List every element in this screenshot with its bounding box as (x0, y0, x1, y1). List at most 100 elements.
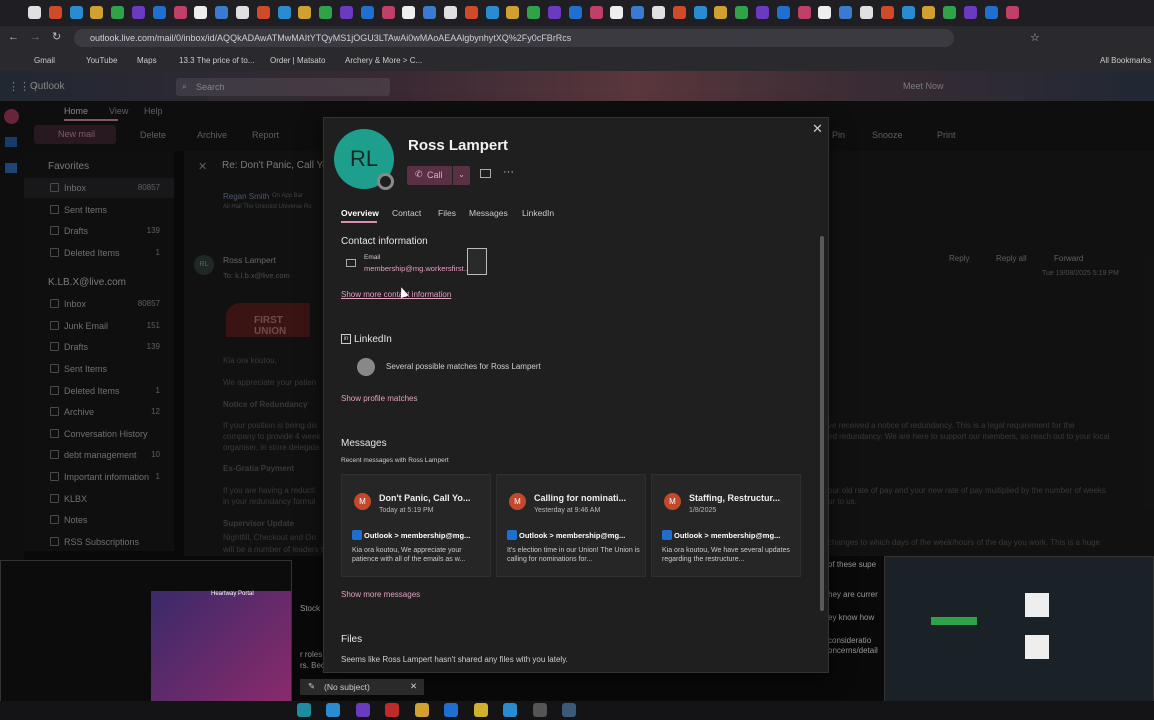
taskbar-app-icon[interactable] (385, 703, 399, 717)
bookmark-price[interactable]: 13.3 The price of to... (179, 56, 254, 65)
body-fragment: oncerns/detail (828, 646, 878, 655)
taskbar-app-icon[interactable] (297, 703, 311, 717)
browser-tab-icon[interactable] (964, 6, 977, 19)
browser-tab-icon[interactable] (69, 6, 83, 19)
browser-tab-icon[interactable] (589, 6, 603, 19)
more-options-icon[interactable]: ··· (503, 166, 514, 178)
call-button[interactable]: ✆ Call (407, 166, 452, 185)
browser-tab-icon[interactable] (360, 6, 374, 19)
browser-tab-icon[interactable] (319, 6, 333, 19)
browser-tab-icon[interactable] (90, 6, 104, 19)
tab-messages[interactable]: Messages (469, 208, 508, 218)
browser-tab-icon[interactable] (444, 6, 457, 19)
bookmark-youtube[interactable]: YouTube (86, 56, 117, 65)
browser-tab-icon[interactable] (860, 6, 873, 19)
browser-tab-icon[interactable] (485, 6, 499, 19)
browser-tab-icon[interactable] (922, 6, 936, 19)
browser-tab-icon[interactable] (464, 6, 478, 19)
browser-tab-icon[interactable] (381, 6, 395, 19)
taskbar-app-icon[interactable] (533, 703, 547, 717)
browser-tab-icon[interactable] (818, 6, 832, 19)
browser-tab-icon[interactable] (215, 6, 229, 19)
steam-icon[interactable] (562, 703, 576, 717)
browser-tab-icon[interactable] (610, 6, 624, 19)
forward-icon[interactable]: → (30, 31, 41, 43)
taskbar-app-icon[interactable] (356, 703, 370, 717)
message-subject: Don't Panic, Call Yo... (379, 493, 471, 503)
close-icon[interactable]: ✕ (812, 121, 823, 137)
browser-tab-icon[interactable] (839, 6, 853, 19)
taskbar-app-icon[interactable] (415, 703, 429, 717)
browser-tab-icon[interactable] (776, 6, 790, 19)
show-more-messages-link[interactable]: Show more messages (341, 590, 420, 599)
browser-tab-icon[interactable] (631, 6, 645, 19)
reload-icon[interactable]: ↻ (52, 30, 61, 43)
bookmark-matsato[interactable]: Order | Matsato (270, 56, 325, 65)
browser-tab-icon[interactable] (111, 6, 125, 19)
linkedin-icon: in (341, 334, 351, 344)
browser-tab-icon[interactable] (28, 6, 41, 19)
browser-tab-icon[interactable] (48, 6, 62, 19)
browser-tab-icon[interactable] (173, 6, 187, 19)
browser-tab-icon[interactable] (1005, 6, 1019, 19)
bookmark-archery[interactable]: Archery & More > C... (345, 56, 422, 65)
bookmark-gmail[interactable]: Gmail (34, 56, 55, 65)
copy-email-button[interactable] (467, 248, 487, 275)
message-card[interactable]: M Staffing, Restructur... 1/8/2025 Outlo… (651, 474, 801, 577)
folder-icon[interactable] (474, 703, 488, 717)
send-email-icon[interactable] (480, 169, 491, 178)
body-fragment: hey are currer (828, 590, 878, 599)
browser-tab-icon[interactable] (527, 6, 541, 19)
browser-tab-icon[interactable] (132, 6, 145, 19)
browser-tab-icon[interactable] (714, 6, 728, 19)
messages-header: Messages (341, 438, 387, 449)
show-profile-matches-link[interactable]: Show profile matches (341, 394, 417, 403)
back-icon[interactable]: ← (8, 31, 19, 43)
browser-tab-icon[interactable] (901, 6, 915, 19)
browser-tab-icon[interactable] (568, 6, 582, 19)
browser-tab-icon[interactable] (880, 6, 894, 19)
body-fragment: Stock (300, 604, 321, 613)
close-draft-icon[interactable]: ✕ (410, 681, 417, 692)
email-link[interactable]: membership@mg.workersfirst... (364, 264, 470, 273)
browser-tab-icon[interactable] (298, 6, 312, 19)
bookmark-maps[interactable]: Maps (137, 56, 157, 65)
browser-tab-icon[interactable] (340, 6, 353, 19)
tab-overview[interactable]: Overview (341, 208, 379, 218)
browser-tab-icon[interactable] (236, 6, 249, 19)
message-card[interactable]: M Calling for nominati... Yesterday at 9… (496, 474, 646, 577)
taskbar-app-icon[interactable] (503, 703, 517, 717)
telegram-icon[interactable] (326, 703, 340, 717)
draft-tab[interactable]: ✎ (No subject) ✕ (300, 679, 424, 695)
all-bookmarks[interactable]: All Bookmarks (1100, 56, 1151, 65)
browser-tab-icon[interactable] (256, 6, 270, 19)
tab-files[interactable]: Files (438, 208, 456, 218)
tab-contact[interactable]: Contact (392, 208, 421, 218)
card-scrollbar[interactable] (820, 236, 824, 611)
browser-tab-icon[interactable] (194, 6, 208, 19)
message-card[interactable]: M Don't Panic, Call Yo... Today at 5:19 … (341, 474, 491, 577)
url-bar[interactable]: outlook.live.com/mail/0/inbox/id/AQQkADA… (74, 29, 954, 47)
browser-tab-icon[interactable] (548, 6, 561, 19)
browser-tab-icon[interactable] (797, 6, 811, 19)
browser-tab-icon[interactable] (984, 6, 998, 19)
browser-tab-icon[interactable] (402, 6, 416, 19)
browser-tab-icon[interactable] (652, 6, 665, 19)
outlook-taskbar-icon[interactable] (444, 703, 458, 717)
call-dropdown-icon[interactable]: ⌄ (453, 166, 470, 185)
browser-tab-icon[interactable] (693, 6, 707, 19)
recent-messages-label: Recent messages with Ross Lampert (341, 457, 449, 464)
browser-tab-icon[interactable] (735, 6, 749, 19)
browser-tab-icon[interactable] (672, 6, 686, 19)
body-fragment: consideratio (828, 636, 872, 645)
browser-tab-icon[interactable] (943, 6, 957, 19)
browser-tab-icon[interactable] (423, 6, 437, 19)
browser-tab-icon[interactable] (277, 6, 291, 19)
browser-tab-icon[interactable] (756, 6, 769, 19)
browser-tab-icon[interactable] (506, 6, 520, 19)
browser-tab-icon[interactable] (152, 6, 166, 19)
message-avatar: M (509, 493, 526, 510)
tab-linkedin[interactable]: LinkedIn (522, 208, 554, 218)
bookmark-star-icon[interactable]: ☆ (1030, 31, 1040, 44)
show-more-contact-link[interactable]: Show more contact information (341, 290, 451, 299)
